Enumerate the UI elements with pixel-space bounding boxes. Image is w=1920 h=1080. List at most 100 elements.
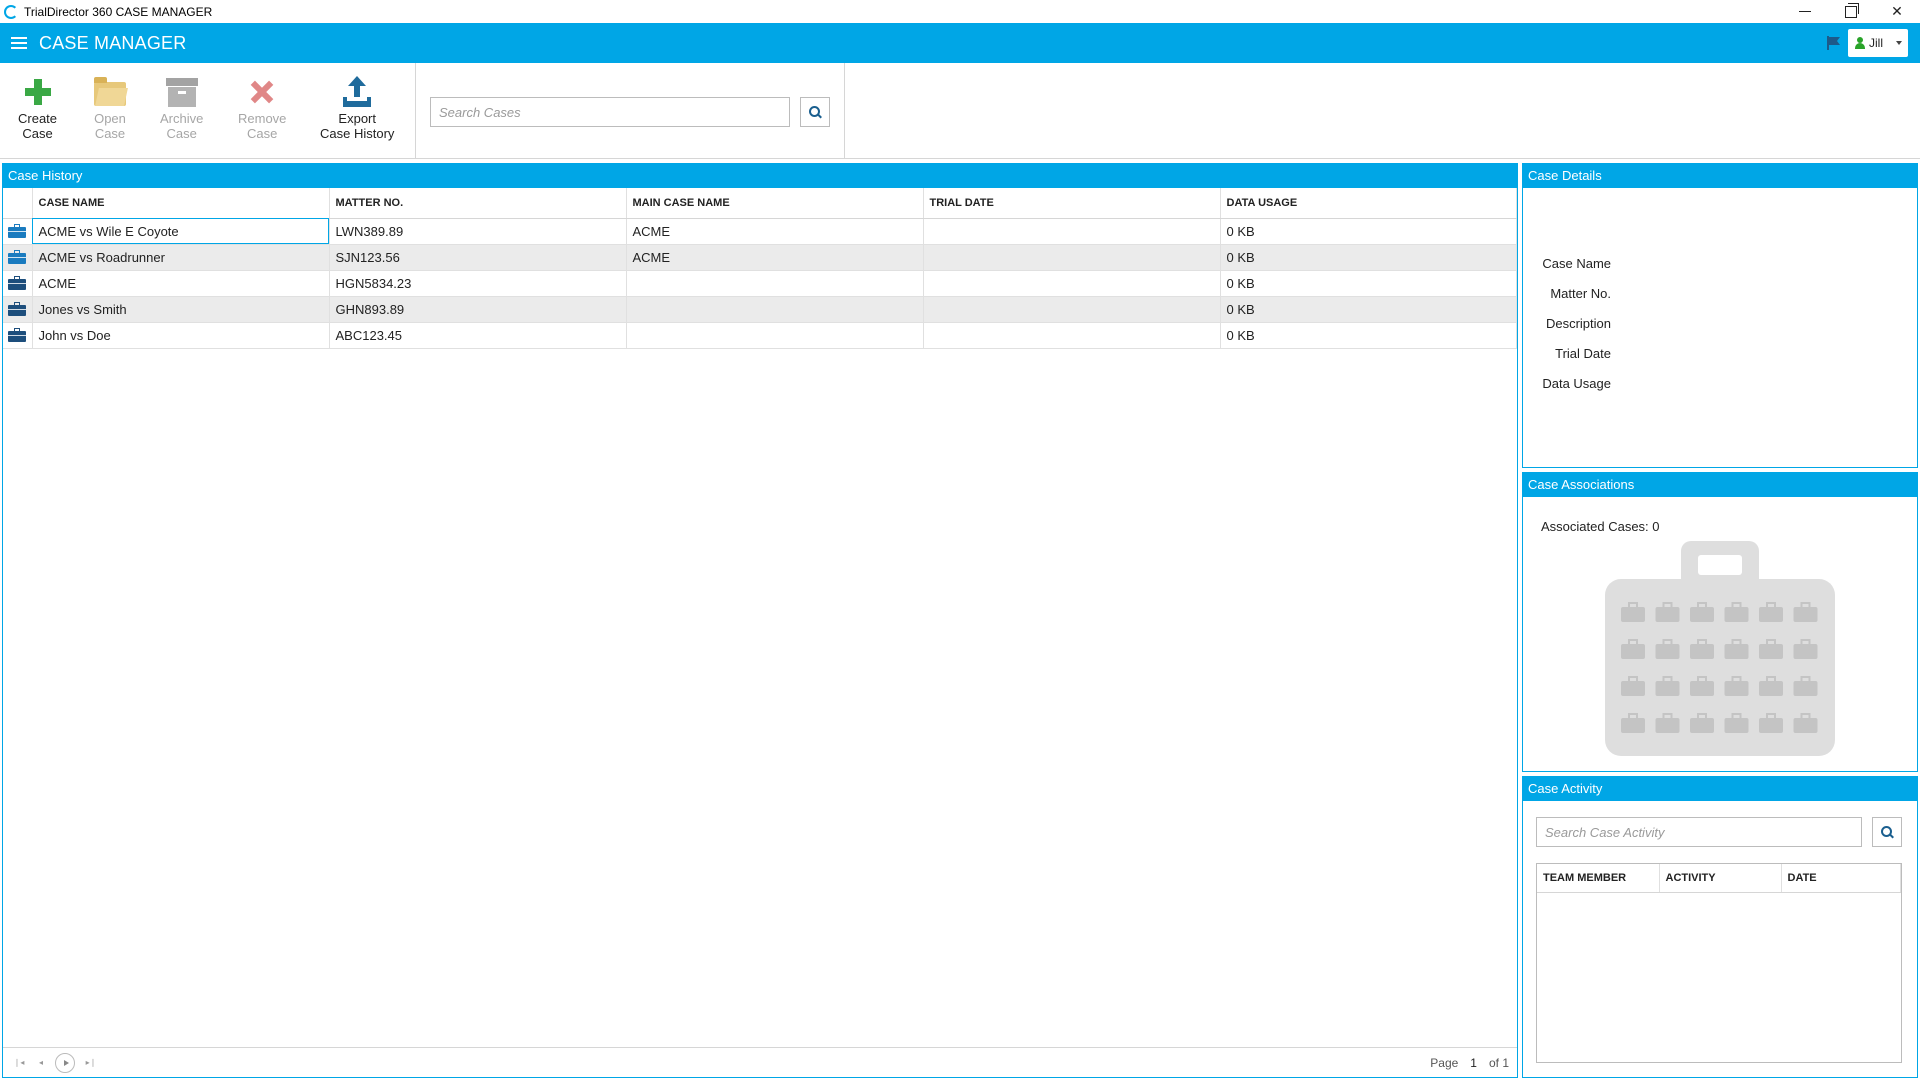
chevron-down-icon [1896,41,1902,45]
search-cases-button[interactable] [800,97,830,127]
case-activity-table: TEAM MEMBER ACTIVITY DATE [1536,863,1902,1063]
case-history-title: Case History [3,164,1517,188]
search-icon [809,106,821,118]
trial-date-cell[interactable] [923,218,1221,245]
data-usage-cell[interactable]: 0 KB [1220,244,1517,271]
column-header-date[interactable]: DATE [1781,864,1901,893]
folder-icon [93,75,127,109]
matter-no-cell[interactable]: ABC123.45 [329,322,627,349]
toolbar: Create Case Open Case Archive Case Remov… [0,63,1920,159]
search-cases-input[interactable] [430,97,790,127]
column-header-main-case-name[interactable]: MAIN CASE NAME [626,188,924,219]
table-row[interactable]: ACME HGN5834.23 0 KB [3,270,1517,297]
case-name-cell[interactable]: Jones vs Smith [32,296,330,323]
table-row[interactable]: ACME vs Wile E Coyote LWN389.89 ACME 0 K… [3,218,1517,245]
data-usage-label: Data Usage [1542,376,1611,391]
user-name: Jill [1869,36,1883,50]
associated-cases-count: Associated Cases: 0 [1541,519,1660,534]
create-case-button[interactable]: Create Case [18,75,57,141]
toolbar-divider [415,63,416,159]
matter-no-cell[interactable]: SJN123.56 [329,244,627,271]
next-page-button[interactable] [55,1052,75,1073]
remove-case-button[interactable]: Remove Case [238,75,286,141]
column-header-matter-no[interactable]: MATTER NO. [329,188,627,219]
briefcase-icon [8,276,26,290]
plus-icon [21,75,55,109]
app-header: CASE MANAGER Jill [0,23,1920,63]
column-header-activity[interactable]: ACTIVITY [1659,864,1782,893]
first-page-icon[interactable]: ❘◂ [13,1057,25,1069]
matter-no-cell[interactable]: HGN5834.23 [329,270,627,297]
remove-x-icon [245,75,279,109]
trial-date-label: Trial Date [1555,346,1611,361]
case-name-cell[interactable]: ACME vs Wile E Coyote [32,218,330,245]
matter-no-label: Matter No. [1550,286,1611,301]
table-row[interactable]: Jones vs Smith GHN893.89 0 KB [3,296,1517,323]
case-activity-panel: Case Activity TEAM MEMBER ACTIVITY DATE [1522,776,1918,1078]
restore-button[interactable] [1828,0,1874,23]
page-number-input[interactable]: 1 [1464,1056,1483,1070]
trial-date-cell[interactable] [923,244,1221,271]
last-page-icon[interactable]: ▸❘ [85,1057,97,1069]
column-header-trial-date[interactable]: TRIAL DATE [923,188,1221,219]
open-case-button[interactable]: Open Case [93,75,127,141]
case-name-label: Case Name [1542,256,1611,271]
close-button[interactable]: ✕ [1874,0,1920,23]
case-name-cell[interactable]: ACME vs Roadrunner [32,244,330,271]
column-header-case-name[interactable]: CASE NAME [32,188,330,219]
data-usage-cell[interactable]: 0 KB [1220,322,1517,349]
previous-page-icon[interactable]: ◂ [35,1057,47,1069]
minimize-icon [1799,11,1811,12]
trial-date-cell[interactable] [923,270,1221,297]
export-upload-icon [340,75,374,109]
main-case-name-cell[interactable]: ACME [626,244,924,271]
case-associations-title: Case Associations [1523,473,1917,497]
page-label: Page [1430,1056,1459,1070]
table-row[interactable]: John vs Doe ABC123.45 0 KB [3,322,1517,349]
column-header-icon [3,188,33,219]
case-details-panel: Case Details Case Name Matter No. Descri… [1522,163,1918,468]
flag-icon[interactable] [1826,35,1842,51]
data-usage-cell[interactable]: 0 KB [1220,296,1517,323]
case-name-cell[interactable]: John vs Doe [32,322,330,349]
data-usage-cell[interactable]: 0 KB [1220,218,1517,245]
briefcase-placeholder-icon [1605,541,1835,756]
search-case-activity-input[interactable] [1536,817,1862,847]
main-case-name-cell[interactable] [626,270,924,297]
case-details-title: Case Details [1523,164,1917,188]
briefcase-icon [8,302,26,316]
window-title: TrialDirector 360 CASE MANAGER [24,4,213,19]
table-row[interactable]: ACME vs Roadrunner SJN123.56 ACME 0 KB [3,244,1517,271]
app-title: CASE MANAGER [39,32,187,53]
matter-no-cell[interactable]: GHN893.89 [329,296,627,323]
case-name-cell[interactable]: ACME [32,270,330,297]
export-case-history-button[interactable]: Export Case History [320,75,394,141]
trial-date-cell[interactable] [923,322,1221,349]
case-history-panel: Case History CASE NAME MATTER NO. MAIN C… [2,163,1518,1078]
briefcase-icon [8,328,26,342]
app-logo-icon [4,4,18,19]
menu-icon[interactable] [11,37,27,49]
user-menu-button[interactable]: Jill [1848,29,1908,57]
minimize-button[interactable] [1782,0,1828,23]
pagination-bar: ❘◂ ◂ ▸❘ Page 1 of 1 [3,1047,1517,1077]
archive-box-icon [165,75,199,109]
close-icon: ✕ [1891,3,1903,19]
main-case-name-cell[interactable] [626,322,924,349]
main-case-name-cell[interactable] [626,296,924,323]
toolbar-divider [844,63,845,159]
page-total: of 1 [1488,1056,1509,1070]
briefcase-icon [8,224,26,238]
trial-date-cell[interactable] [923,296,1221,323]
column-header-team-member[interactable]: TEAM MEMBER [1537,864,1660,893]
briefcase-icon [8,250,26,264]
matter-no-cell[interactable]: LWN389.89 [329,218,627,245]
data-usage-cell[interactable]: 0 KB [1220,270,1517,297]
case-activity-title: Case Activity [1523,777,1917,801]
description-label: Description [1545,316,1611,331]
column-header-data-usage[interactable]: DATA USAGE [1220,188,1517,219]
search-case-activity-button[interactable] [1872,817,1902,847]
window-titlebar: TrialDirector 360 CASE MANAGER ✕ [0,0,1920,23]
archive-case-button[interactable]: Archive Case [160,75,203,141]
main-case-name-cell[interactable]: ACME [626,218,924,245]
